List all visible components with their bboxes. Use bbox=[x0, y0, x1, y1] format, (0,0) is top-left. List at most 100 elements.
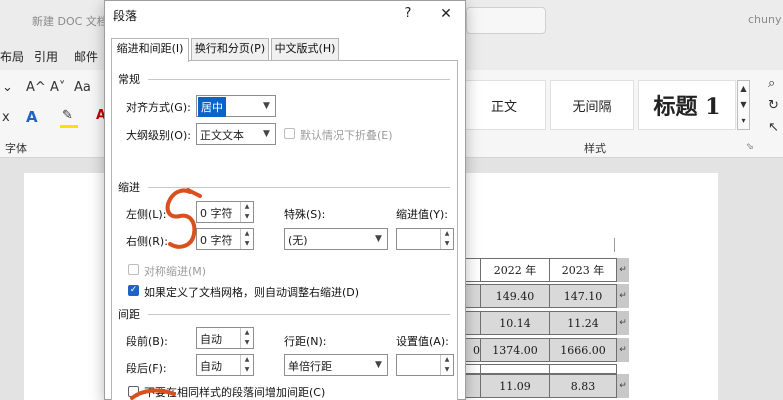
mirror-indents-checkbox[interactable] bbox=[128, 264, 139, 275]
row-end-marker: ↵ bbox=[617, 284, 629, 308]
tab-indents-and-spacing[interactable]: 缩进和间距(I) bbox=[111, 38, 189, 62]
chevron-down-icon: ▼ bbox=[375, 234, 382, 244]
alignment-label: 对齐方式(G): bbox=[126, 101, 191, 114]
help-icon[interactable]: ? bbox=[401, 6, 415, 21]
spin-down-icon[interactable]: ▼ bbox=[241, 212, 253, 222]
page-corner-mark bbox=[614, 238, 615, 252]
spacing-at-label: 设置值(A): bbox=[396, 335, 449, 348]
collapse-by-default-label: 默认情况下折叠(E) bbox=[300, 129, 393, 142]
table-cell[interactable]: 2022 年 bbox=[480, 258, 550, 282]
style-normal[interactable]: 正文 bbox=[462, 80, 546, 130]
outline-level-select[interactable]: 正文文本 ▼ bbox=[196, 123, 276, 145]
line-spacing-value: 单倍行距 bbox=[288, 360, 332, 373]
styles-dialog-launcher-icon[interactable]: ⬂ bbox=[746, 142, 754, 152]
chevron-down-icon: ▼ bbox=[375, 360, 382, 370]
section-spacing-header: 间距 bbox=[118, 308, 140, 321]
spacing-at-spinner[interactable]: ▲ ▼ bbox=[396, 354, 454, 376]
spin-down-icon[interactable]: ▼ bbox=[441, 365, 453, 375]
spacing-before-label: 段前(B): bbox=[126, 335, 168, 348]
line-spacing-label: 行距(N): bbox=[284, 335, 327, 348]
table-cell[interactable] bbox=[549, 364, 617, 374]
spin-down-icon[interactable]: ▼ bbox=[241, 365, 253, 375]
shrink-font-button[interactable]: A˅ bbox=[50, 80, 65, 95]
tab-asian-typography[interactable]: 中文版式(H) bbox=[271, 38, 339, 60]
tab-references[interactable]: 引用 bbox=[34, 48, 58, 65]
table-cell[interactable]: 2023 年 bbox=[549, 258, 617, 282]
tab-line-and-page-breaks[interactable]: 换行和分页(P) bbox=[191, 38, 269, 60]
outline-level-label: 大纲级别(O): bbox=[126, 129, 191, 142]
row-end-marker: ↵ bbox=[617, 338, 629, 362]
styles-group-label: 样式 bbox=[584, 142, 606, 155]
superscript-icon[interactable]: x bbox=[2, 110, 10, 125]
table-cell-stub-value: 0 bbox=[473, 343, 480, 357]
spin-down-icon[interactable]: ▼ bbox=[241, 338, 253, 348]
user-name[interactable]: chuny bbox=[748, 13, 781, 26]
table-cell[interactable]: 8.83 bbox=[549, 374, 617, 398]
dialog-title: 段落 bbox=[113, 9, 138, 23]
table-cell[interactable]: 10.14 bbox=[480, 311, 550, 335]
row-end-marker: ↵ bbox=[617, 374, 629, 398]
table-cell[interactable]: 1666.00 bbox=[549, 338, 617, 362]
change-case-button[interactable]: Aa bbox=[74, 80, 91, 95]
spinner-buttons: ▲ ▼ bbox=[240, 229, 253, 249]
spinner-buttons: ▲ ▼ bbox=[240, 328, 253, 348]
spinner-buttons: ▲ ▼ bbox=[240, 202, 253, 222]
spin-up-icon[interactable]: ▲ bbox=[441, 355, 453, 365]
table-cell[interactable]: 147.10 bbox=[549, 284, 617, 308]
special-indent-select[interactable]: (无) ▼ bbox=[284, 228, 388, 250]
highlighter-icon[interactable]: ✎ bbox=[62, 108, 73, 123]
spacing-before-spinner[interactable]: 自动 ▲ ▼ bbox=[196, 327, 254, 349]
replace-icon[interactable]: ↻ bbox=[768, 98, 779, 113]
alignment-value: 居中 bbox=[198, 97, 226, 117]
style-heading-1[interactable]: 标题 1 bbox=[638, 80, 736, 130]
section-indent-header: 缩进 bbox=[118, 181, 140, 194]
indent-by-spinner[interactable]: ▲ ▼ bbox=[396, 228, 454, 250]
spinner-buttons: ▲ ▼ bbox=[440, 229, 453, 249]
line-spacing-select[interactable]: 单倍行距 ▼ bbox=[284, 354, 388, 376]
document-title: 新建 DOC 文档 bbox=[32, 15, 108, 28]
find-icon[interactable]: ⌕ bbox=[768, 76, 775, 91]
table-cell[interactable]: 149.40 bbox=[480, 284, 550, 308]
style-normal-label: 正文 bbox=[490, 99, 517, 115]
tab-layout[interactable]: 布局 bbox=[0, 48, 24, 65]
spin-up-icon[interactable]: ▲ bbox=[241, 202, 253, 212]
spin-up-icon[interactable]: ▲ bbox=[241, 328, 253, 338]
row-end-marker: ↵ bbox=[617, 258, 629, 282]
close-icon[interactable]: ✕ bbox=[435, 3, 457, 25]
row-end-marker: ↵ bbox=[617, 311, 629, 335]
special-indent-value: (无) bbox=[288, 234, 308, 247]
collapse-by-default-checkbox[interactable] bbox=[284, 128, 295, 139]
table-cell[interactable]: 1374.00 bbox=[480, 338, 550, 362]
font-group-label: 字体 bbox=[5, 142, 27, 155]
spin-up-icon[interactable]: ▲ bbox=[241, 355, 253, 365]
alignment-select[interactable]: 居中 ▼ bbox=[196, 95, 276, 117]
grow-font-button[interactable]: A^ bbox=[26, 80, 46, 95]
spin-down-icon[interactable]: ▼ bbox=[241, 239, 253, 249]
mirror-indents-label: 对称缩进(M) bbox=[144, 265, 207, 278]
table-cell[interactable] bbox=[480, 364, 550, 374]
section-general-header: 常规 bbox=[118, 73, 140, 86]
spin-down-icon[interactable]: ▼ bbox=[441, 239, 453, 249]
styles-scroll-buttons[interactable]: ▲ ▼ ▾ bbox=[737, 80, 750, 130]
style-no-spacing-label: 无间隔 bbox=[572, 99, 612, 115]
ribbon-dropdown-icon[interactable]: ⌄ bbox=[2, 80, 13, 95]
handwritten-five-annotation bbox=[165, 188, 202, 249]
spacing-after-spinner[interactable]: 自动 ▲ ▼ bbox=[196, 354, 254, 376]
select-icon[interactable]: ↖ bbox=[768, 120, 779, 135]
spinner-buttons: ▲ ▼ bbox=[440, 355, 453, 375]
section-divider bbox=[148, 314, 450, 315]
style-heading-1-label: 标题 1 bbox=[653, 94, 721, 120]
section-divider bbox=[148, 79, 450, 80]
styles-gallery: 正文 无间隔 标题 1 bbox=[462, 80, 750, 138]
style-no-spacing[interactable]: 无间隔 bbox=[550, 80, 634, 130]
paragraph-dialog: 段落 ? ✕ 缩进和间距(I) 换行和分页(P) 中文版式(H) 常规 对齐方式… bbox=[104, 0, 466, 400]
spin-up-icon[interactable]: ▲ bbox=[241, 229, 253, 239]
table-cell[interactable]: 11.09 bbox=[480, 374, 550, 398]
spin-up-icon[interactable]: ▲ bbox=[441, 229, 453, 239]
tab-mailings[interactable]: 邮件 bbox=[74, 48, 98, 65]
text-effects-icon[interactable]: A bbox=[26, 108, 38, 126]
handwritten-stroke-annotation bbox=[130, 388, 176, 400]
table-cell[interactable]: 11.24 bbox=[549, 311, 617, 335]
auto-adjust-right-indent-checkbox[interactable]: ✓ bbox=[128, 285, 139, 296]
title-search-box[interactable] bbox=[466, 7, 546, 34]
